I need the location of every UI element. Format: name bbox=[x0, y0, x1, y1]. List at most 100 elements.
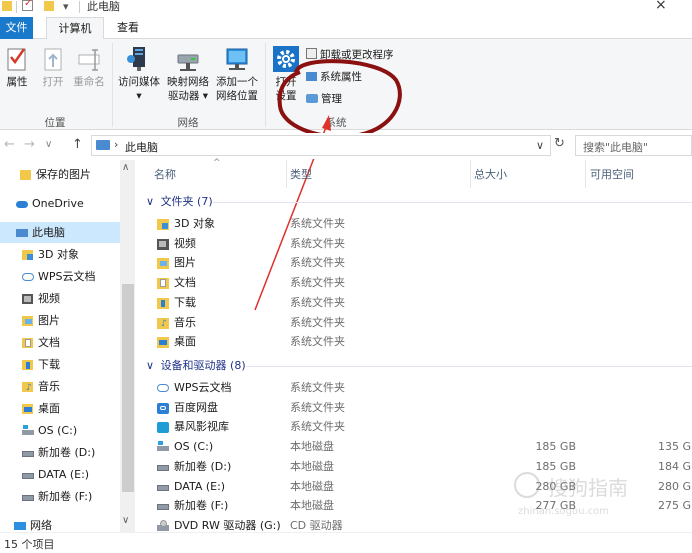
scroll-up-icon[interactable]: ∧ bbox=[122, 162, 129, 173]
uninstall-programs-button[interactable]: 卸载或更改程序 bbox=[306, 47, 394, 62]
open-settings-button[interactable]: 打开 设置 bbox=[268, 45, 304, 103]
list-item[interactable]: 下载 系统文件夹 bbox=[146, 293, 692, 313]
sidebar-item[interactable]: 桌面 bbox=[0, 398, 120, 419]
column-divider[interactable] bbox=[585, 160, 586, 188]
sidebar-item-label: 文档 bbox=[38, 336, 60, 349]
properties-button[interactable]: 属性 bbox=[2, 45, 32, 89]
address-bar[interactable]: › 此电脑 ∨ bbox=[91, 135, 551, 156]
rename-button[interactable]: 重命名 bbox=[71, 45, 107, 89]
navigation-pane: 保存的图片 OneDrive 此电脑 3D 对象 WPS云文档 视频图片文档下载 ♪ 音乐桌面… bbox=[0, 160, 136, 532]
address-dropdown-icon[interactable]: ∨ bbox=[536, 139, 544, 152]
list-item[interactable]: 桌面 系统文件夹 bbox=[146, 332, 692, 352]
column-header-free-space[interactable]: 可用空间 bbox=[590, 167, 634, 183]
item-type: 系统文件夹 bbox=[290, 256, 345, 270]
sidebar-item[interactable]: 此电脑 bbox=[0, 222, 120, 243]
add-network-location-button[interactable]: 添加一个 网络位置 bbox=[212, 45, 262, 103]
add-network-location-label: 添加一个 bbox=[216, 76, 258, 88]
recent-locations-dropdown[interactable]: ∨ bbox=[45, 139, 52, 150]
sidebar-item[interactable]: 文档 bbox=[0, 332, 120, 353]
forward-button[interactable]: → bbox=[24, 137, 35, 152]
sidebar-item[interactable]: 新加卷 (D:) bbox=[0, 442, 120, 463]
map-network-drive-button[interactable]: 映射网络 驱动器 ▾ bbox=[163, 45, 213, 103]
sidebar-item[interactable]: 下载 bbox=[0, 354, 120, 375]
item-type: 系统文件夹 bbox=[290, 217, 345, 230]
pictures-folder-icon bbox=[157, 257, 169, 270]
item-count: 15 个项目 bbox=[4, 538, 55, 551]
devices-group-header[interactable]: ∨ 设备和驱动器 (8) bbox=[146, 357, 246, 375]
back-button[interactable]: ← bbox=[4, 137, 15, 152]
location-group-label: 位置 bbox=[44, 117, 66, 129]
quick-access-dropdown-icon[interactable]: ▾ bbox=[63, 0, 69, 13]
sidebar-item-label: 视频 bbox=[38, 292, 60, 305]
windows-drive-icon bbox=[157, 441, 169, 453]
item-name: WPS云文档 bbox=[174, 381, 232, 394]
item-total-size: 277 GB bbox=[535, 499, 576, 513]
list-item[interactable]: ♪ 音乐 系统文件夹 bbox=[146, 313, 692, 333]
breadcrumb[interactable]: 此电脑 bbox=[125, 139, 158, 155]
access-media-button[interactable]: 访问媒体 ▾ bbox=[115, 45, 163, 103]
column-divider[interactable] bbox=[470, 160, 471, 188]
sidebar-item-label: WPS云文档 bbox=[38, 270, 96, 283]
list-item[interactable]: 新加卷 (F:) 本地磁盘 277 GB 275 GB bbox=[146, 496, 692, 516]
sidebar-item-label: 此电脑 bbox=[32, 226, 65, 239]
sidebar-item[interactable]: DATA (E:) bbox=[0, 464, 120, 485]
list-item[interactable]: WPS云文档 系统文件夹 bbox=[146, 378, 692, 398]
scrollbar-thumb[interactable] bbox=[122, 284, 134, 492]
open-button[interactable]: 打开 bbox=[38, 45, 68, 89]
tab-file[interactable]: 文件 bbox=[0, 17, 33, 39]
list-item[interactable]: 文档 系统文件夹 bbox=[146, 273, 692, 293]
desktop-folder-icon bbox=[157, 336, 169, 349]
sidebar-item-label: 新加卷 (F:) bbox=[38, 490, 93, 503]
list-item[interactable]: OS (C:) 本地磁盘 185 GB 135 GB bbox=[146, 437, 692, 457]
list-item[interactable]: DATA (E:) 本地磁盘 280 GB 280 GB bbox=[146, 477, 692, 497]
sidebar-item[interactable]: 3D 对象 bbox=[0, 244, 120, 265]
sidebar-item[interactable]: WPS云文档 bbox=[0, 266, 120, 287]
video-folder-icon bbox=[157, 238, 169, 250]
title-bar: ✓ ▾ 此电脑 × bbox=[0, 0, 692, 17]
column-header-type[interactable]: 类型 bbox=[290, 167, 312, 183]
3d-objects-icon bbox=[157, 218, 169, 230]
list-item[interactable]: 图片 系统文件夹 bbox=[146, 253, 692, 273]
documents-folder-icon bbox=[157, 277, 169, 290]
scroll-down-icon[interactable]: ∨ bbox=[122, 515, 129, 526]
sidebar-item[interactable]: 新加卷 (F:) bbox=[0, 486, 120, 507]
sidebar-item[interactable]: ♪ 音乐 bbox=[0, 376, 120, 397]
system-properties-button[interactable]: 系统属性 bbox=[306, 69, 362, 84]
sidebar-item-label: DATA (E:) bbox=[38, 468, 90, 481]
refresh-button[interactable]: ↻ bbox=[554, 136, 565, 151]
sidebar-item[interactable]: 视频 bbox=[0, 288, 120, 309]
system-properties-icon bbox=[306, 72, 317, 81]
column-divider[interactable] bbox=[286, 160, 287, 188]
group-divider bbox=[213, 202, 692, 203]
network-drive-icon bbox=[177, 54, 199, 71]
item-name: 图片 bbox=[174, 256, 196, 270]
list-item[interactable]: 新加卷 (D:) 本地磁盘 185 GB 184 GB bbox=[146, 457, 692, 477]
manage-button[interactable]: 管理 bbox=[306, 91, 342, 106]
sidebar-item[interactable]: 保存的图片 bbox=[0, 164, 120, 185]
column-header-name[interactable]: 名称 bbox=[154, 167, 176, 183]
network-group-label: 网络 bbox=[177, 117, 199, 129]
properties-quick-icon[interactable]: ✓ bbox=[22, 0, 33, 11]
list-item[interactable]: 暴风影视库 系统文件夹 bbox=[146, 417, 692, 437]
item-free-space: 184 GB bbox=[658, 459, 692, 473]
item-name: 音乐 bbox=[174, 315, 196, 329]
tab-view[interactable]: 查看 bbox=[108, 17, 148, 39]
tab-computer[interactable]: 计算机 bbox=[46, 17, 104, 40]
up-button[interactable]: ↑ bbox=[72, 137, 83, 152]
column-header-total-size[interactable]: 总大小 bbox=[474, 167, 507, 183]
list-item[interactable]: 3D 对象 系统文件夹 bbox=[146, 214, 692, 234]
list-item[interactable]: 视频 系统文件夹 bbox=[146, 234, 692, 254]
sidebar-item-label: 桌面 bbox=[38, 402, 60, 415]
close-icon[interactable]: × bbox=[655, 0, 667, 13]
sidebar-item[interactable]: OS (C:) bbox=[0, 420, 120, 441]
windows-drive-icon bbox=[22, 425, 34, 436]
sidebar-item-label: 下载 bbox=[38, 358, 60, 371]
search-input[interactable]: 搜索"此电脑" bbox=[575, 135, 692, 156]
item-type: 系统文件夹 bbox=[290, 381, 345, 394]
list-item[interactable]: 百度网盘 系统文件夹 bbox=[146, 398, 692, 418]
folders-group-header[interactable]: ∨ 文件夹 (7) bbox=[146, 193, 213, 211]
sidebar-item[interactable]: OneDrive bbox=[0, 193, 120, 214]
new-folder-quick-icon[interactable] bbox=[44, 1, 54, 11]
computer-management-icon bbox=[306, 94, 318, 103]
sidebar-item[interactable]: 图片 bbox=[0, 310, 120, 331]
